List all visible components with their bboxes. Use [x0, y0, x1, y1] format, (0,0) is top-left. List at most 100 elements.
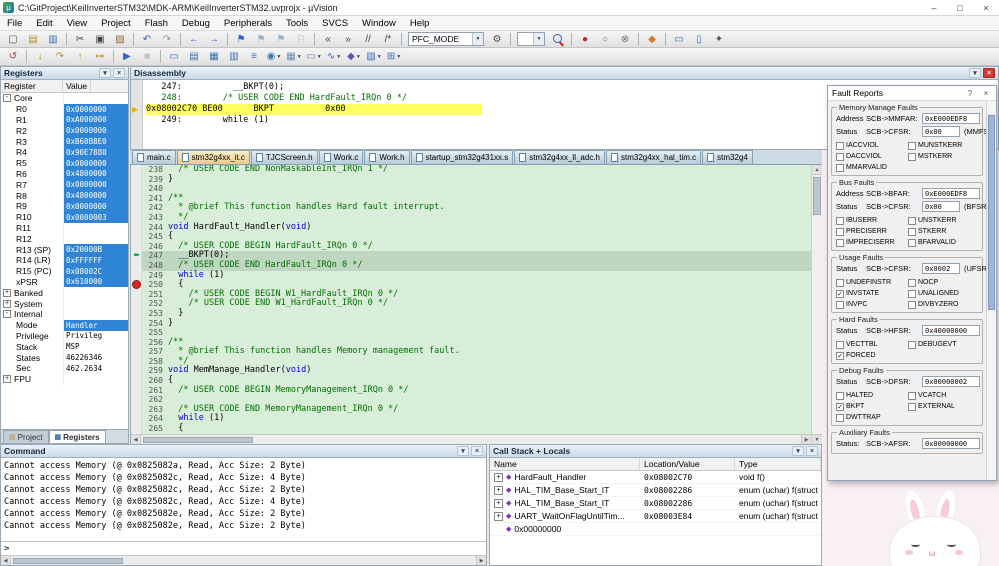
disable-all-breakpoints-icon[interactable]: ○	[596, 32, 614, 47]
fault-checkbox-mmarvalid[interactable]: MMARVALID	[836, 163, 906, 172]
editor-line[interactable]: 255	[131, 328, 811, 338]
toolbox-icon[interactable]: ⊞▼	[385, 49, 403, 64]
checkbox-icon[interactable]: ✓	[836, 290, 844, 298]
editor-line[interactable]: 261 /* USER CODE BEGIN MemoryManagement_…	[131, 386, 811, 396]
paste-icon[interactable]: ▨	[111, 32, 129, 47]
minimize-button[interactable]: –	[921, 0, 947, 15]
fault-checkbox-halted[interactable]: HALTED	[836, 391, 906, 400]
editor-line[interactable]: 265 {	[131, 424, 811, 434]
analysis-window-toggle-icon[interactable]: ∿▼	[325, 49, 343, 64]
checkbox-icon[interactable]	[908, 142, 916, 150]
disassembly-window-toggle-icon[interactable]: ▤	[185, 49, 203, 64]
menu-project[interactable]: Project	[94, 16, 138, 30]
manual-books-icon[interactable]: ▯	[690, 32, 708, 47]
register-row[interactable]: StackMSP	[1, 341, 128, 352]
menu-tools[interactable]: Tools	[279, 16, 315, 30]
checkbox-icon[interactable]	[836, 228, 844, 236]
checkbox-icon[interactable]	[836, 217, 844, 225]
target-select-combo[interactable]: PFC_MODE▼	[408, 32, 484, 46]
fault-checkbox-vcatch[interactable]: VCATCH	[908, 391, 978, 400]
editor-horizontal-scrollbar[interactable]: ◀ ▶	[131, 434, 811, 444]
register-row[interactable]: R12	[1, 233, 128, 244]
navigate-back-icon[interactable]: ←	[185, 32, 203, 47]
menu-peripherals[interactable]: Peripherals	[217, 16, 279, 30]
fault-value-field[interactable]: 0x00	[922, 201, 960, 212]
trace-window-toggle-icon[interactable]: ◆▼	[345, 49, 363, 64]
expander-icon[interactable]: -	[3, 310, 11, 318]
chevron-down-icon[interactable]: ▼	[533, 33, 544, 45]
fault-value-field[interactable]: 0x40000000	[922, 325, 980, 336]
scroll-down-icon[interactable]: ▼	[812, 434, 822, 444]
editor-line[interactable]: 249 while (1)	[131, 271, 811, 281]
chevron-down-icon[interactable]: ▼	[297, 54, 302, 60]
checkbox-icon[interactable]: ✓	[836, 403, 844, 411]
find-combo[interactable]: ▼	[517, 32, 545, 46]
fault-checkbox-invstate[interactable]: ✓INVSTATE	[836, 289, 906, 298]
register-row[interactable]: States46226346	[1, 352, 128, 363]
menu-file[interactable]: File	[0, 16, 29, 30]
fault-value-field[interactable]: 0x00	[922, 126, 960, 137]
fault-checkbox-external[interactable]: EXTERNAL	[908, 402, 978, 411]
checkbox-icon[interactable]	[908, 153, 916, 161]
callstack-row[interactable]: +◆HardFault_Handler0x08002C70void f()	[490, 471, 821, 484]
editor-lines[interactable]: 238 /* USER CODE END NonMaskableInt_IRQn…	[131, 165, 811, 434]
fault-checkbox-preciserr[interactable]: PRECISERR	[836, 227, 906, 236]
chevron-down-icon[interactable]: ▼	[276, 54, 281, 60]
checkbox-icon[interactable]	[836, 153, 844, 161]
step-over-icon[interactable]: ↷	[51, 49, 69, 64]
register-group-row[interactable]: +Banked	[1, 287, 128, 298]
breakpoint-icon[interactable]	[131, 280, 142, 290]
expander-icon[interactable]: +	[3, 300, 11, 308]
file-tab-work-h[interactable]: Work.h	[364, 150, 409, 164]
system-viewer-toggle-icon[interactable]: ▧▼	[365, 49, 383, 64]
checkbox-icon[interactable]	[908, 341, 916, 349]
editor-line[interactable]: 244void HardFault_Handler(void)	[131, 223, 811, 233]
fault-checkbox-unaligned[interactable]: UNALIGNED	[908, 289, 978, 298]
project-window-toggle-icon[interactable]: ▭	[670, 32, 688, 47]
call-stack-window-toggle-icon[interactable]: ≡	[245, 49, 263, 64]
fault-checkbox-undefinstr[interactable]: UNDEFINSTR	[836, 278, 906, 287]
expander-icon[interactable]: +	[494, 512, 503, 521]
checkbox-icon[interactable]	[836, 164, 844, 172]
register-row[interactable]: R50x0000000	[1, 158, 128, 169]
column-location-value[interactable]: Location/Value	[640, 458, 735, 470]
close-icon[interactable]: ×	[471, 446, 483, 456]
register-row[interactable]: ModeHandler	[1, 320, 128, 331]
pin-icon[interactable]: ▾	[969, 68, 981, 78]
editor-line[interactable]: 240	[131, 184, 811, 194]
step-out-icon[interactable]: ↑	[71, 49, 89, 64]
fault-checkbox-forced[interactable]: ✓FORCED	[836, 351, 906, 360]
register-row[interactable]: R15 (PC)0x08002C	[1, 266, 128, 277]
fault-value-field[interactable]: 0x00000002	[922, 376, 980, 387]
editor-line[interactable]: 263 /* USER CODE END MemoryManagement_IR…	[131, 405, 811, 415]
fault-checkbox-nocp[interactable]: NOCP	[908, 278, 978, 287]
uncomment-selection-icon[interactable]: /*	[379, 32, 397, 47]
kill-all-breakpoints-icon[interactable]: ⊗	[616, 32, 634, 47]
scrollbar-thumb[interactable]	[143, 437, 253, 443]
fault-checkbox-bkpt[interactable]: ✓BKPT	[836, 402, 906, 411]
serial-window-toggle-icon[interactable]: ▭▼	[305, 49, 323, 64]
checkbox-icon[interactable]	[908, 403, 916, 411]
fault-checkbox-munstkerr[interactable]: MUNSTKERR	[908, 141, 978, 150]
checkbox-icon[interactable]	[836, 239, 844, 247]
scrollbar-thumb[interactable]	[813, 177, 821, 215]
editor-line[interactable]: 252 /* USER CODE END W1_HardFault_IRQn 0…	[131, 299, 811, 309]
editor-line[interactable]: 248 /* USER CODE END HardFault_IRQn 0 */	[131, 261, 811, 271]
copy-icon[interactable]: ▣	[91, 32, 109, 47]
chevron-down-icon[interactable]: ▼	[377, 54, 382, 60]
registers-window-toggle-icon[interactable]: ▥	[225, 49, 243, 64]
bookmark-clear-all-icon[interactable]: ⚐	[292, 32, 310, 47]
checkbox-icon[interactable]	[908, 239, 916, 247]
fault-checkbox-dwttrap[interactable]: DWTTRAP	[836, 413, 906, 422]
menu-svcs[interactable]: SVCS	[315, 16, 355, 30]
register-row[interactable]: R40x90E7880	[1, 147, 128, 158]
bookmark-next-icon[interactable]: ⚑	[272, 32, 290, 47]
fault-reports-titlebar[interactable]: Fault Reports ? ×	[828, 86, 996, 101]
disassembly-line[interactable]: 0x08002C70 BE00 BKPT 0x00	[146, 104, 482, 115]
run-to-cursor-line-icon[interactable]: ↦	[91, 49, 109, 64]
checkbox-icon[interactable]	[836, 279, 844, 287]
step-into-icon[interactable]: ↓	[31, 49, 49, 64]
fault-checkbox-impreciserr[interactable]: IMPRECISERR	[836, 238, 906, 247]
register-row[interactable]: R20x0000000	[1, 125, 128, 136]
fault-checkbox-invpc[interactable]: INVPC	[836, 300, 906, 309]
